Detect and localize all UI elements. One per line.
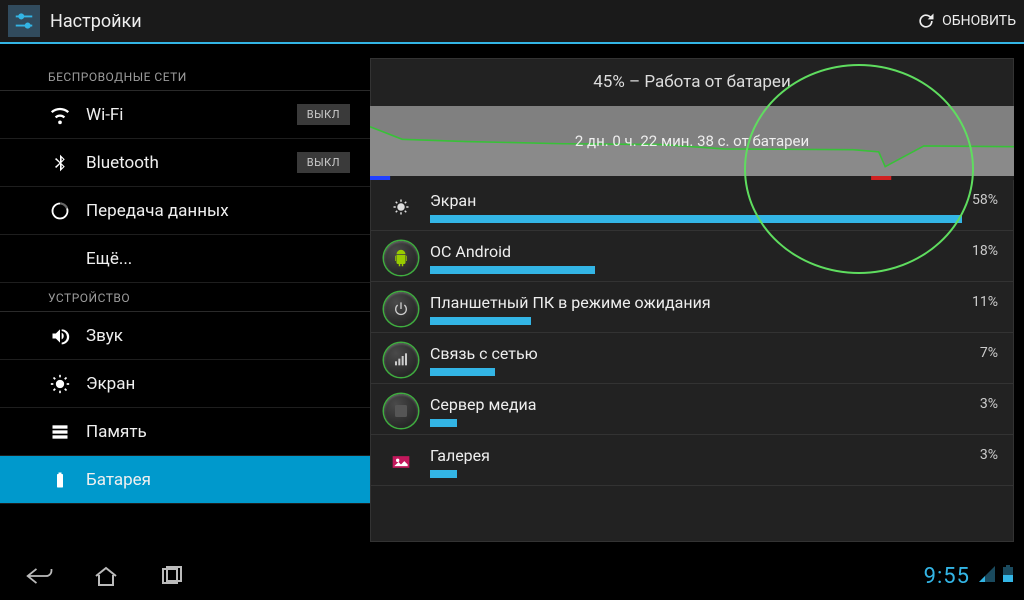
usage-item[interactable]: Планшетный ПК в режиме ожидания 11% <box>370 282 1014 333</box>
sidebar-item-wifi[interactable]: Wi-Fi ВЫКЛ <box>0 91 370 139</box>
status-clock[interactable]: 9:55 <box>924 564 970 589</box>
data-usage-icon <box>48 199 72 223</box>
usage-item-percent: 7% <box>980 345 998 361</box>
usage-item-percent: 58% <box>972 192 998 208</box>
action-bar: Настройки ОБНОВИТЬ <box>0 0 1024 44</box>
sidebar-item-sound[interactable]: Звук <box>0 312 370 360</box>
battery-icon <box>48 468 72 492</box>
settings-app-icon <box>8 5 40 37</box>
wifi-icon <box>48 103 72 127</box>
display-icon <box>48 372 72 396</box>
section-wireless: БЕСПРОВОДНЫЕ СЕТИ <box>0 62 370 91</box>
usage-item-bar <box>430 470 457 478</box>
bluetooth-label: Bluetooth <box>86 153 297 173</box>
battery-label: Батарея <box>86 470 350 490</box>
usage-item[interactable]: Связь с сетью 7% <box>370 333 1014 384</box>
wifi-label: Wi-Fi <box>86 105 297 125</box>
battery-usage-list: Экран 58% ОС Android 18% Планшетный ПК в реж… <box>370 180 1014 542</box>
blank-icon <box>48 247 72 271</box>
usage-item-name: Связь с сетью <box>430 344 970 363</box>
refresh-label: ОБНОВИТЬ <box>942 13 1016 29</box>
more-label: Ещё... <box>86 249 350 269</box>
sliders-icon <box>13 10 35 32</box>
sidebar-item-bluetooth[interactable]: Bluetooth ВЫКЛ <box>0 139 370 187</box>
usage-item[interactable]: Экран 58% <box>370 180 1014 231</box>
settings-sidebar: БЕСПРОВОДНЫЕ СЕТИ Wi-Fi ВЫКЛ Bluetooth В… <box>0 44 370 552</box>
wifi-toggle[interactable]: ВЫКЛ <box>297 104 350 125</box>
usage-item-name: Экран <box>430 191 962 210</box>
usage-item-bar <box>430 368 495 376</box>
power-icon <box>384 292 418 326</box>
usage-item[interactable]: Галерея 3% <box>370 435 1014 486</box>
usage-item-name: Галерея <box>430 446 970 465</box>
sidebar-item-storage[interactable]: Память <box>0 408 370 456</box>
sidebar-item-more[interactable]: Ещё... <box>0 235 370 283</box>
storage-label: Память <box>86 422 350 442</box>
usage-item-percent: 3% <box>980 447 998 463</box>
sidebar-item-display[interactable]: Экран <box>0 360 370 408</box>
sound-icon <box>48 324 72 348</box>
sidebar-item-data-usage[interactable]: Передача данных <box>0 187 370 235</box>
usage-item-name: Планшетный ПК в режиме ожидания <box>430 293 962 312</box>
bluetooth-toggle[interactable]: ВЫКЛ <box>297 152 350 173</box>
usage-item-bar <box>430 215 962 223</box>
data-usage-label: Передача данных <box>86 201 350 221</box>
signal-icon <box>384 343 418 377</box>
usage-item-percent: 18% <box>972 243 998 259</box>
battery-panel: 45% – Работа от батареи 2 дн. 0 ч. 22 ми… <box>370 58 1014 542</box>
usage-item[interactable]: ОС Android 18% <box>370 231 1014 282</box>
recent-apps-button[interactable] <box>142 556 202 596</box>
battery-chart[interactable]: 2 дн. 0 ч. 22 мин. 38 с. от батареи <box>370 106 1014 180</box>
signal-icon <box>978 565 996 587</box>
battery-duration: 2 дн. 0 ч. 22 мин. 38 с. от батареи <box>370 132 1014 150</box>
gallery-icon <box>384 445 418 479</box>
usage-item-name: ОС Android <box>430 242 962 261</box>
back-button[interactable] <box>10 556 70 596</box>
usage-item-percent: 3% <box>980 396 998 412</box>
brightness-icon <box>384 190 418 224</box>
app-icon <box>384 394 418 428</box>
usage-item-percent: 11% <box>972 294 998 310</box>
android-icon <box>384 241 418 275</box>
refresh-button[interactable]: ОБНОВИТЬ <box>916 11 1016 31</box>
home-button[interactable] <box>76 556 136 596</box>
usage-item[interactable]: Сервер медиа 3% <box>370 384 1014 435</box>
system-nav-bar: 9:55 <box>0 552 1024 600</box>
refresh-icon <box>916 11 936 31</box>
usage-item-bar <box>430 317 531 325</box>
section-device: УСТРОЙСТВО <box>0 283 370 312</box>
bluetooth-icon <box>48 151 72 175</box>
status-battery-icon <box>1002 565 1014 587</box>
sidebar-item-battery[interactable]: Батарея <box>0 456 370 504</box>
sound-label: Звук <box>86 326 350 346</box>
page-title: Настройки <box>50 11 142 32</box>
usage-item-bar <box>430 266 595 274</box>
usage-item-bar <box>430 419 457 427</box>
display-label: Экран <box>86 374 350 394</box>
battery-header: 45% – Работа от батареи <box>370 58 1014 106</box>
storage-icon <box>48 420 72 444</box>
usage-item-name: Сервер медиа <box>430 395 970 414</box>
